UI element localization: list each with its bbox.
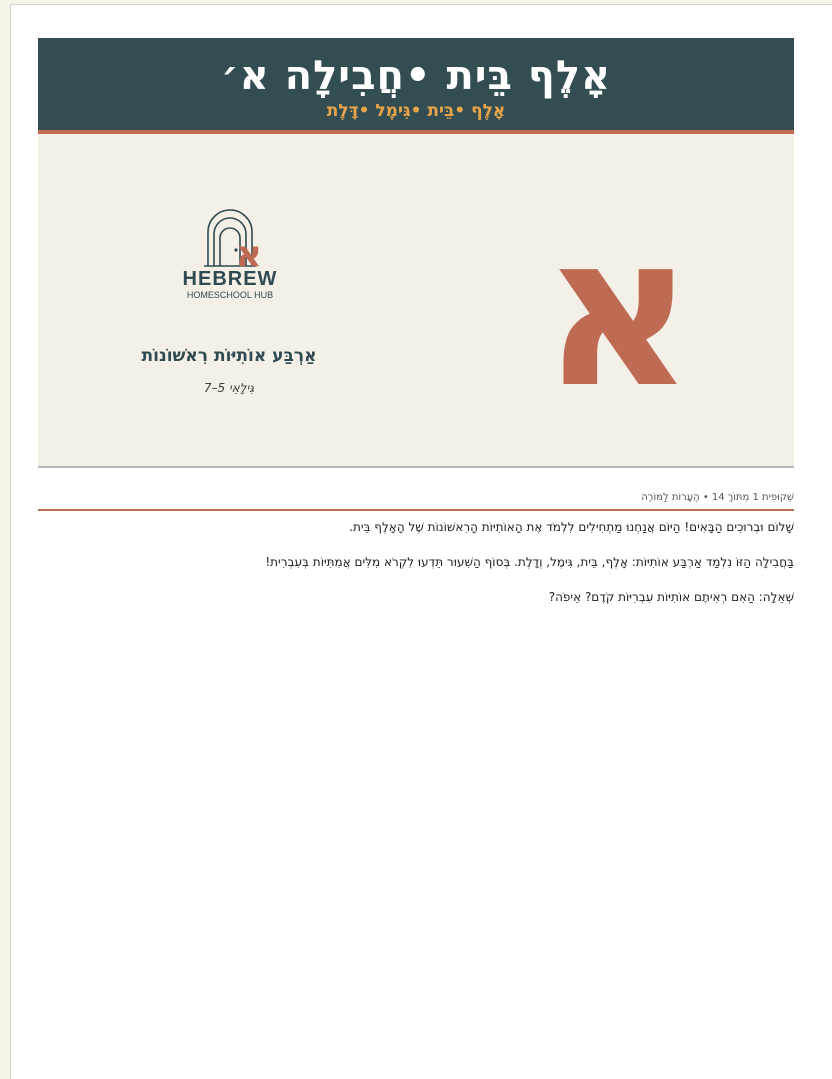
slide-notes-divider xyxy=(38,466,794,468)
speaker-notes: שָׁלוֹם וּבְרוּכִים הַבָּאִים! הַיּוֹם א… xyxy=(38,520,794,625)
notes-paragraph: שָׁלוֹם וּבְרוּכִים הַבָּאִים! הַיּוֹם א… xyxy=(349,520,794,534)
slide-banner: אָלֶף בֵּית •חֲבִילָה א׳ אָלֶף •בֵּית •ג… xyxy=(38,38,794,130)
logo-tagline: HOMESCHOOL HUB xyxy=(186,290,274,300)
banner-accent-rule xyxy=(38,130,794,134)
notes-paragraph: שְׁאֵלָה: הַאִם רְאִיתֶם אוֹתִיּוֹת עִבְ… xyxy=(548,590,794,604)
logo-wordmark: HEBREW xyxy=(182,268,278,290)
slide-heading: אַרְבַּע אוֹתִיּוֹת רִאשׁוֹנוֹת xyxy=(141,346,317,366)
slide-title: אָלֶף בֵּית •חֲבִילָה א׳ xyxy=(220,53,612,99)
slide-subtitle: אָלֶף •בֵּית •גִּימֶל •דָּלֶת xyxy=(326,101,506,121)
notes-paragraph: בַּחֲבִילָה הַזּוֹ נִלְמַד אַרְבַּע אוֹת… xyxy=(265,555,794,569)
age-range: גִּילָאֵי 5–7 xyxy=(203,381,255,395)
big-aleph-letter: א xyxy=(542,216,695,406)
slide-preview: אָלֶף בֵּית •חֲבִילָה א׳ אָלֶף •בֵּית •ג… xyxy=(38,38,794,466)
big-aleph-icon: א xyxy=(542,216,695,406)
notes-accent-rule xyxy=(38,509,794,511)
notes-meta: שְׁקוּפִית 1 מִתּוֹךְ 14 • הֶעָרוֹת לַמּ… xyxy=(641,492,794,503)
